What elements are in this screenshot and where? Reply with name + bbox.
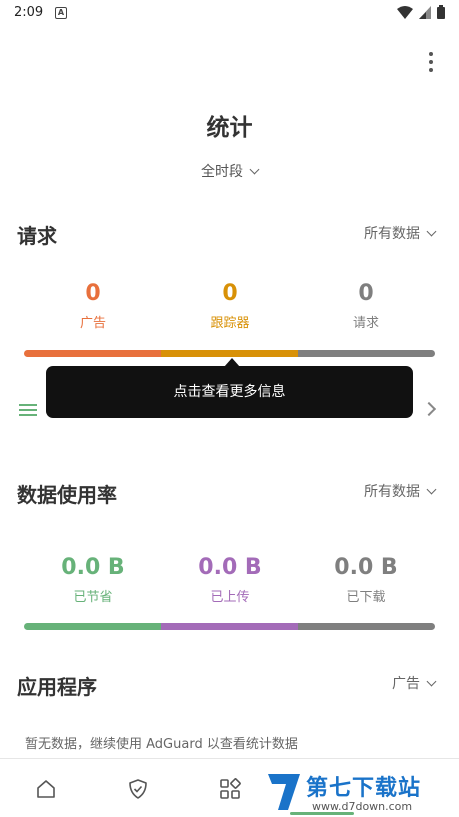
notification-icon: A <box>55 7 67 19</box>
requests-bar <box>24 350 435 357</box>
apps-section-title: 应用程序 <box>17 675 97 699</box>
stat-ads-label: 广告 <box>79 316 106 331</box>
data-usage-bar <box>24 623 435 630</box>
requests-filter[interactable]: 所有数据 <box>364 223 437 243</box>
apps-filter[interactable]: 广告 <box>392 673 437 693</box>
stat-requests-label: 请求 <box>352 316 379 331</box>
stat-uploaded[interactable]: 0.0 B 已上传 <box>155 555 305 605</box>
period-label: 全时段 <box>201 164 243 180</box>
chevron-down-icon <box>426 226 437 237</box>
stat-uploaded-label: 已上传 <box>210 590 250 605</box>
data-usage-filter-label: 所有数据 <box>364 484 420 500</box>
stat-ads-value: 0 <box>85 281 101 306</box>
stat-requests-value: 0 <box>358 281 374 306</box>
stat-requests[interactable]: 0 请求 <box>291 281 441 331</box>
wifi-icon <box>397 5 413 19</box>
list-icon <box>19 404 37 419</box>
watermark-logo-icon <box>268 774 300 810</box>
stat-trackers[interactable]: 0 跟踪器 <box>155 281 305 331</box>
bar-segment-requests <box>298 350 435 357</box>
bar-segment-uploaded <box>160 623 299 630</box>
shield-icon[interactable] <box>126 777 150 801</box>
stat-trackers-label: 跟踪器 <box>210 316 250 331</box>
page-title: 统计 <box>206 115 253 141</box>
tooltip[interactable]: 点击查看更多信息 <box>46 366 413 418</box>
battery-icon <box>437 5 445 19</box>
status-icons <box>397 5 445 19</box>
stat-uploaded-value: 0.0 B <box>198 555 262 580</box>
stat-downloaded-label: 已下载 <box>346 590 386 605</box>
status-time: 2:09 <box>14 5 44 20</box>
watermark-name: 第七下载站 <box>306 776 422 801</box>
stat-downloaded[interactable]: 0.0 B 已下载 <box>291 555 441 605</box>
watermark-url: www.d7down.com <box>312 800 413 813</box>
period-selector[interactable]: 全时段 <box>0 161 459 181</box>
bar-segment-ads <box>24 350 161 357</box>
apps-filter-label: 广告 <box>392 676 420 692</box>
dot <box>429 52 433 56</box>
stat-saved[interactable]: 0.0 B 已节省 <box>18 555 168 605</box>
chevron-down-icon <box>426 484 437 495</box>
watermark: 第七下载站 www.d7down.com <box>262 770 457 816</box>
dot <box>429 60 433 64</box>
apps-empty-text: 暂无数据，继续使用 AdGuard 以查看统计数据 <box>25 737 298 752</box>
data-usage-filter[interactable]: 所有数据 <box>364 481 437 501</box>
bar-segment-trackers <box>160 350 299 357</box>
stat-downloaded-value: 0.0 B <box>334 555 398 580</box>
apps-icon[interactable] <box>218 777 242 801</box>
chevron-down-icon <box>426 676 437 687</box>
chevron-down-icon <box>249 164 260 175</box>
bar-segment-downloaded <box>298 623 435 630</box>
requests-section-title: 请求 <box>17 224 57 248</box>
signal-icon <box>419 5 431 19</box>
dot <box>429 68 433 72</box>
data-usage-section-title: 数据使用率 <box>17 483 117 507</box>
more-options-icon[interactable] <box>428 52 434 72</box>
bar-segment-saved <box>24 623 161 630</box>
stat-ads[interactable]: 0 广告 <box>18 281 168 331</box>
stat-saved-value: 0.0 B <box>61 555 125 580</box>
stat-trackers-value: 0 <box>222 281 238 306</box>
status-bar: 2:09 A <box>0 0 459 26</box>
home-icon[interactable] <box>34 777 58 801</box>
requests-filter-label: 所有数据 <box>364 226 420 242</box>
chevron-right-icon[interactable] <box>421 401 437 417</box>
stat-saved-label: 已节省 <box>73 590 113 605</box>
